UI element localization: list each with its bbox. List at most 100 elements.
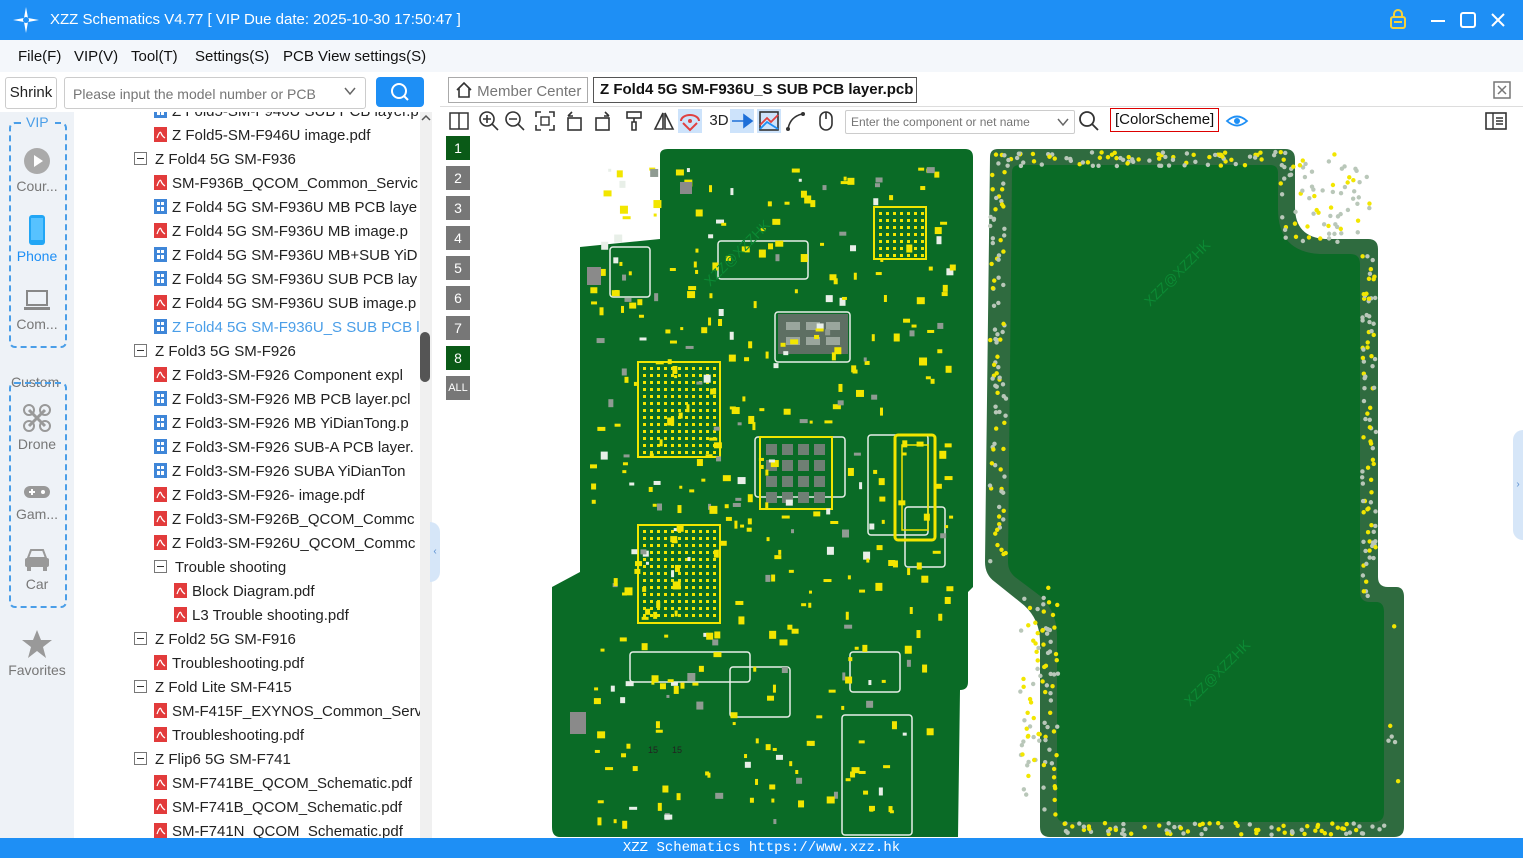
rotate-right-icon[interactable] xyxy=(590,109,614,133)
format-brush-icon[interactable] xyxy=(622,109,646,133)
stitch-pad xyxy=(1102,821,1108,826)
tree-file[interactable]: Z Fold5-SM-F946U SUB PCB layer.p xyxy=(154,112,419,124)
tree-file[interactable]: Z Fold3-SM-F926B_QCOM_Commc xyxy=(154,508,415,532)
sidebar-item-phone[interactable]: Phone xyxy=(0,214,74,264)
tab-member-center[interactable]: Member Center xyxy=(448,77,589,103)
tree-file[interactable]: Z Fold4 5G SM-F936U_S SUB PCB l xyxy=(154,316,420,340)
collapse-toggle-icon[interactable] xyxy=(134,152,147,165)
minimize-icon[interactable] xyxy=(1424,6,1452,34)
trace-icon[interactable] xyxy=(784,109,808,133)
chevron-up-icon[interactable] xyxy=(420,112,432,124)
chevron-down-icon[interactable] xyxy=(1056,115,1070,129)
layer-button-7[interactable]: 7 xyxy=(446,316,470,340)
sidebar-item-courses[interactable]: Cour... xyxy=(0,146,74,194)
tree-file[interactable]: Z Fold4 5G SM-F936U MB+SUB YiD xyxy=(154,244,418,268)
chevron-down-icon[interactable] xyxy=(343,84,357,98)
model-search-input[interactable] xyxy=(71,83,335,105)
collapse-toggle-icon[interactable] xyxy=(134,632,147,645)
tree-folder[interactable]: Z Fold Lite SM-F415 xyxy=(134,676,292,700)
eye-icon[interactable] xyxy=(1225,109,1249,133)
tree-scrollbar[interactable] xyxy=(420,112,432,838)
sidebar-item-computer[interactable]: Com... xyxy=(0,288,74,332)
collapse-toggle-icon[interactable] xyxy=(134,344,147,357)
stitch-pad xyxy=(1365,345,1370,350)
tree-folder[interactable]: Trouble shooting xyxy=(154,556,286,580)
sidebar-item-favorites[interactable]: Favorites xyxy=(0,628,74,678)
mirror-icon[interactable] xyxy=(652,109,676,133)
tree-file[interactable]: SM-F741BE_QCOM_Schematic.pdf xyxy=(154,772,412,796)
fit-view-icon[interactable] xyxy=(533,109,557,133)
tree-folder[interactable]: Z Fold3 5G SM-F926 xyxy=(134,340,296,364)
tree-file[interactable]: Z Fold3-SM-F926U_QCOM_Commc xyxy=(154,532,415,556)
pin-icon[interactable] xyxy=(730,109,754,133)
tree-file[interactable]: SM-F936B_QCOM_Common_Servic xyxy=(154,172,418,196)
layer-button-1[interactable]: 1 xyxy=(446,136,470,160)
tree-file[interactable]: L3 Trouble shooting.pdf xyxy=(174,604,349,628)
tree-file[interactable]: Z Fold4 5G SM-F936U MB PCB laye xyxy=(154,196,417,220)
sidebar-item-car[interactable]: Car xyxy=(0,546,74,592)
stitch-pad xyxy=(1160,150,1166,155)
tree-file[interactable]: Z Fold3-SM-F926 MB YiDianTong.p xyxy=(154,412,409,436)
collapse-right-handle[interactable]: › xyxy=(1513,430,1523,540)
split-view-icon[interactable] xyxy=(447,109,471,133)
menu-pcb-view-settings[interactable]: PCB View settings(S) xyxy=(283,48,426,65)
tree-file[interactable]: Z Fold5-SM-F946U image.pdf xyxy=(154,124,370,148)
collapse-toggle-icon[interactable] xyxy=(134,752,147,765)
sidebar-item-drone[interactable]: Drone xyxy=(0,402,74,452)
collapse-toggle-icon[interactable] xyxy=(134,680,147,693)
tree-file[interactable]: Z Fold3-SM-F926 Component expl xyxy=(154,364,403,388)
maximize-icon[interactable] xyxy=(1454,6,1482,34)
layer-view-icon[interactable] xyxy=(757,109,781,133)
tree-folder[interactable]: Z Flip6 5G SM-F741 xyxy=(134,748,291,772)
layer-button-4[interactable]: 4 xyxy=(446,226,470,250)
layer-button-8[interactable]: 8 xyxy=(446,346,470,370)
collapse-toggle-icon[interactable] xyxy=(154,560,167,573)
tab-active-pcb[interactable]: Z Fold4 5G SM-F936U_S SUB PCB layer.pcb xyxy=(593,77,917,103)
tree-folder[interactable]: Z Fold2 5G SM-F916 xyxy=(134,628,296,652)
tree-file[interactable]: Troubleshooting.pdf xyxy=(154,652,304,676)
color-scheme-button[interactable]: [ColorScheme] xyxy=(1110,108,1220,132)
highlight-net-icon[interactable] xyxy=(678,109,702,133)
mouse-icon[interactable] xyxy=(814,109,838,133)
sidebar-item-games[interactable]: Gam... xyxy=(0,480,74,522)
lock-icon[interactable] xyxy=(1384,6,1412,34)
tree-file[interactable]: Z Fold3-SM-F926 SUB-A PCB layer. xyxy=(154,436,414,460)
tree-file[interactable]: Z Fold3-SM-F926- image.pdf xyxy=(154,484,365,508)
zoom-in-icon[interactable] xyxy=(477,109,501,133)
shrink-button[interactable]: Shrink xyxy=(5,77,57,109)
close-all-tabs-icon[interactable] xyxy=(1492,80,1512,100)
tree-file[interactable]: SM-F741N_QCOM_Schematic.pdf xyxy=(154,820,403,838)
layer-button-2[interactable]: 2 xyxy=(446,166,470,190)
rotate-left-icon[interactable] xyxy=(563,109,587,133)
tree-file[interactable]: SM-F741B_QCOM_Schematic.pdf xyxy=(154,796,402,820)
menu-tool[interactable]: Tool(T) xyxy=(131,48,178,65)
collapse-left-handle[interactable]: ‹ xyxy=(430,522,440,582)
pcb-canvas[interactable]: 15 15XZZ@XZZHK XZZ@XZZHKXZZ@XZZHK xyxy=(550,147,1410,837)
menu-file[interactable]: File(F) xyxy=(18,48,61,65)
stitch-pad xyxy=(1368,439,1373,444)
layer-button-all[interactable]: ALL xyxy=(446,376,470,400)
tree-file[interactable]: SM-F415F_EXYNOS_Common_Servi xyxy=(154,700,420,724)
net-search-icon[interactable] xyxy=(1077,109,1101,133)
layer-button-3[interactable]: 3 xyxy=(446,196,470,220)
panel-icon[interactable] xyxy=(1484,109,1508,133)
close-icon[interactable] xyxy=(1484,6,1512,34)
layer-button-6[interactable]: 6 xyxy=(446,286,470,310)
menu-vip[interactable]: VIP(V) xyxy=(74,48,118,65)
pad xyxy=(808,590,812,594)
tree-file[interactable]: Z Fold4 5G SM-F936U SUB PCB lay xyxy=(154,268,417,292)
layer-button-5[interactable]: 5 xyxy=(446,256,470,280)
tree-file[interactable]: Troubleshooting.pdf xyxy=(154,724,304,748)
tree-file[interactable]: Block Diagram.pdf xyxy=(174,580,315,604)
tree-file[interactable]: Z Fold4 5G SM-F936U MB image.p xyxy=(154,220,408,244)
tree-file[interactable]: Z Fold3-SM-F926 MB PCB layer.pcl xyxy=(154,388,410,412)
tree-file[interactable]: Z Fold3-SM-F926 SUBA YiDianTon xyxy=(154,460,405,484)
tree-folder[interactable]: Z Fold4 5G SM-F936 xyxy=(134,148,296,172)
toolbar-3d-button[interactable]: 3D xyxy=(706,109,732,133)
tree-scrollbar-thumb[interactable] xyxy=(420,332,430,382)
tree-file[interactable]: Z Fold4 5G SM-F936U SUB image.p xyxy=(154,292,416,316)
net-search-input[interactable] xyxy=(849,114,1053,130)
search-button[interactable] xyxy=(376,77,424,107)
zoom-out-icon[interactable] xyxy=(503,109,527,133)
menu-settings[interactable]: Settings(S) xyxy=(195,48,269,65)
